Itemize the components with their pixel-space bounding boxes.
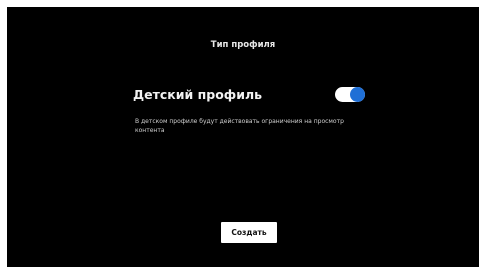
kids-profile-setting: Детский профиль	[133, 85, 367, 105]
kids-profile-description: В детском профиле будут действовать огра…	[135, 118, 344, 134]
page-title: Тип профиля	[210, 40, 276, 50]
kids-profile-label: Детский профиль	[133, 87, 263, 102]
toggle-knob	[350, 87, 365, 102]
screen: Тип профиля Детский профиль В детском пр…	[7, 7, 479, 267]
kids-profile-toggle[interactable]	[335, 87, 365, 102]
create-button[interactable]: Создать	[221, 222, 277, 243]
